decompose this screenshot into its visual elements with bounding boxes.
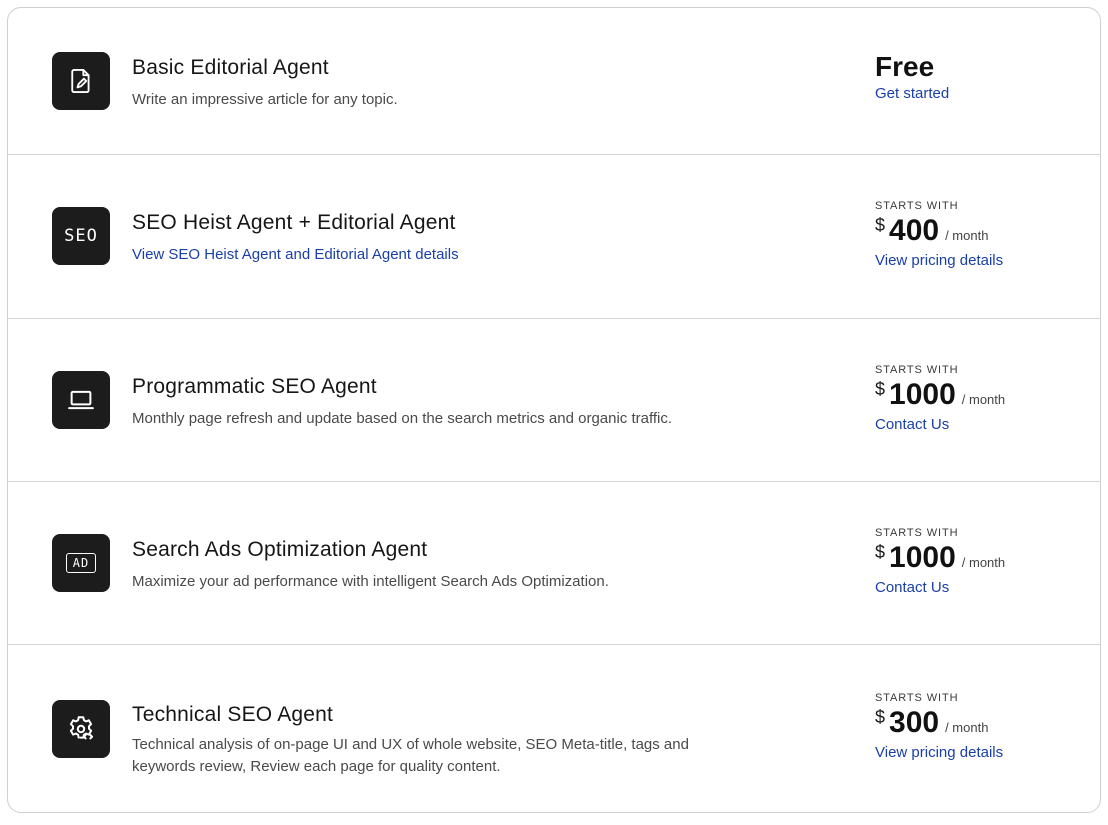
plan-title: Basic Editorial Agent [132,56,329,79]
price-period: / month [945,720,989,735]
get-started-link[interactable]: Get started [875,85,949,102]
plan-title: Search Ads Optimization Agent [132,538,428,561]
contact-us-link[interactable]: Contact Us [875,416,1005,433]
plan-title: Programmatic SEO Agent [132,375,377,398]
plan-row-technical-seo: Technical SEO Agent Technical analysis o… [8,645,1100,812]
price-period: / month [961,392,1006,407]
price-line: $ 400 / month [875,214,1003,248]
price-block: STARTS WITH $ 1000 / month Contact Us [875,364,1005,433]
currency-symbol: $ [875,707,886,727]
plan-row-search-ads: AD Search Ads Optimization Agent Maximiz… [8,482,1100,645]
plan-description: Monthly page refresh and update based on… [132,410,673,427]
view-pricing-link[interactable]: View pricing details [875,252,1003,269]
price-block: STARTS WITH $ 300 / month View pricing d… [875,692,1003,761]
document-edit-icon [52,52,110,110]
price-line: $ 1000 / month [875,541,1005,575]
starts-with-label: STARTS WITH [875,200,959,212]
price-line: $ 300 / month [875,706,1003,740]
seo-text-icon: SEO [52,207,110,265]
currency-symbol: $ [875,215,886,235]
price-free: Free [875,51,935,82]
gear-code-icon [52,700,110,758]
plan-description: Technical analysis of on-page UI and UX … [132,736,689,775]
seo-icon-label: SEO [64,226,98,246]
currency-symbol: $ [875,542,886,562]
price-block: Free Get started [875,51,949,102]
price-period: / month [961,555,1006,570]
plan-description: Write an impressive article for any topi… [132,91,398,108]
plan-row-seo-heist: SEO SEO Heist Agent + Editorial Agent Vi… [8,155,1100,319]
plan-row-programmatic-seo: Programmatic SEO Agent Monthly page refr… [8,319,1100,482]
price-period: / month [945,228,989,243]
laptop-icon [52,371,110,429]
plan-row-basic-editorial: Basic Editorial Agent Write an impressiv… [8,8,1100,155]
price-amount: 1000 [889,541,956,574]
plan-description: Maximize your ad performance with intell… [132,573,609,590]
ad-badge-icon: AD [52,534,110,592]
contact-us-link[interactable]: Contact Us [875,579,1005,596]
price-block: STARTS WITH $ 1000 / month Contact Us [875,527,1005,596]
ad-icon-label: AD [72,556,90,570]
ad-badge-frame: AD [66,553,96,573]
starts-with-label: STARTS WITH [875,364,959,376]
price-line: $ 1000 / month [875,378,1005,412]
price-block: STARTS WITH $ 400 / month View pricing d… [875,200,1003,269]
pricing-card: Basic Editorial Agent Write an impressiv… [7,7,1101,813]
price-amount: 300 [889,706,940,739]
plan-title: SEO Heist Agent + Editorial Agent [132,211,456,234]
price-amount: 400 [889,214,940,247]
view-pricing-link[interactable]: View pricing details [875,744,1003,761]
price-amount: 1000 [889,378,956,411]
starts-with-label: STARTS WITH [875,692,959,704]
plan-title: Technical SEO Agent [132,703,334,726]
view-details-link[interactable]: View SEO Heist Agent and Editorial Agent… [132,244,732,266]
currency-symbol: $ [875,379,886,399]
starts-with-label: STARTS WITH [875,527,959,539]
